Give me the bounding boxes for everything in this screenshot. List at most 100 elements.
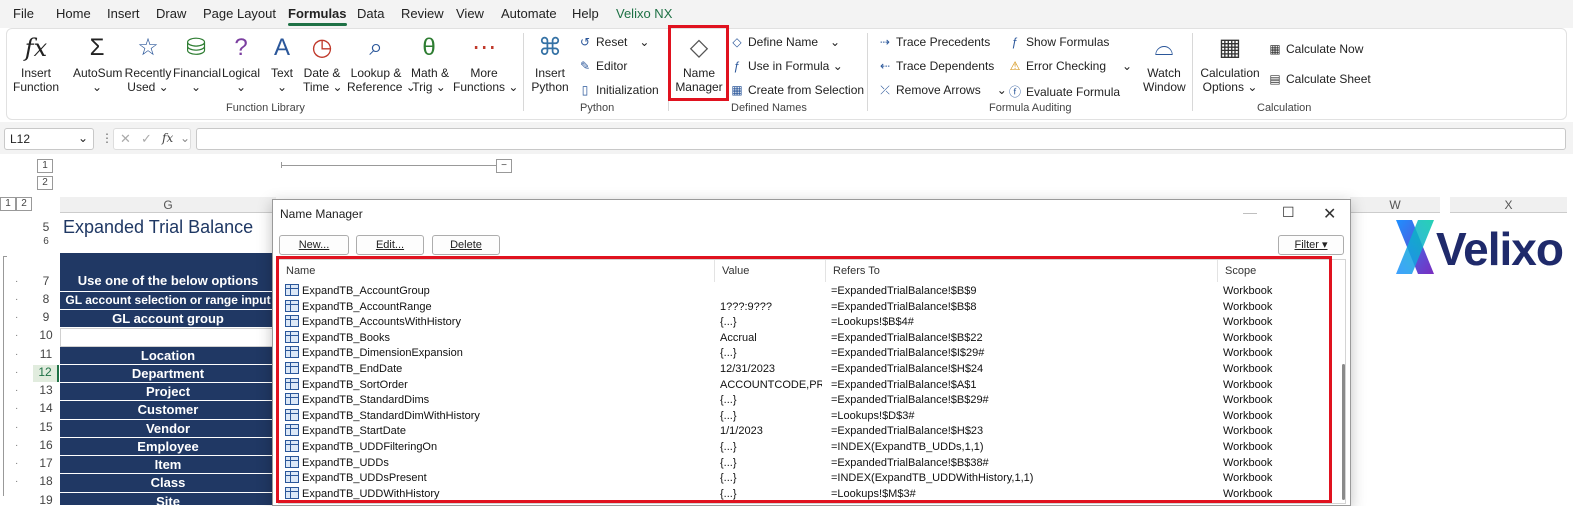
autosum-button[interactable]: Σ AutoSum ⌄ [73,33,122,94]
minimize-icon[interactable]: — [1243,204,1257,220]
show-formulas-button[interactable]: ƒ Show Formulas [1007,35,1110,49]
column-header-w[interactable]: W [1350,197,1440,213]
insert-python-button[interactable]: ⌘ Insert Python [530,33,570,94]
menu-formulas[interactable]: Formulas [288,6,347,26]
lookup-reference-button[interactable]: ⌕ Lookup & Reference ⌄ [347,33,416,94]
row-number[interactable]: 11 [33,347,59,364]
calculation-options-button[interactable]: ▦ Calculation Options ⌄ [1195,33,1265,94]
delete-button[interactable]: Delete [432,235,500,255]
names-list-scrollbar[interactable] [1340,260,1346,502]
outline-bracket-left [3,256,7,496]
label-cell[interactable]: Project [60,383,276,401]
input-cell[interactable] [60,328,276,347]
outline-dot: · [15,385,19,396]
label-cell[interactable]: GL account selection or range input [60,292,276,310]
pencil-icon: ✎ [579,59,591,73]
calculate-now-button[interactable]: ▦ Calculate Now [1267,42,1363,56]
outline-level-top-2[interactable]: 2 [37,176,53,190]
trace-dependents-button[interactable]: ⇠ Trace Dependents [877,59,994,73]
velixo-mark-icon [1396,220,1434,274]
row-number[interactable]: 9 [33,310,59,327]
label-cell[interactable]: Site [60,493,276,506]
trace-precedents-button[interactable]: ⇢ Trace Precedents [877,35,990,49]
outline-level-top-1[interactable]: 1 [37,159,53,173]
label-cell[interactable]: GL account group [60,310,276,328]
check-icon[interactable]: ✓ [141,131,152,147]
row-number[interactable]: 6 [33,236,59,248]
column-header-g[interactable]: G [60,197,276,213]
recently-used-button[interactable]: ☆ Recently Used ⌄ [124,33,172,94]
outline-level-left-2[interactable]: 2 [16,197,32,211]
more-options-icon[interactable]: ⋮ [101,131,113,145]
watch-window-button[interactable]: ⌓ Watch Window [1143,33,1186,94]
reset-button[interactable]: ↺ Reset ⌄ [577,35,649,49]
row-number[interactable]: 5 [33,220,59,234]
row-number[interactable]: 8 [33,292,59,309]
editor-button[interactable]: ✎ Editor [577,59,627,73]
menu-draw[interactable]: Draw [156,6,186,21]
velixo-logo: Velixo [1392,216,1567,280]
row-number[interactable]: 15 [33,420,59,437]
use-in-formula-button[interactable]: ƒ Use in Formula ⌄ [729,59,843,73]
label-cell[interactable]: Department [60,365,276,383]
logical-button[interactable]: ? Logical ⌄ [221,33,261,94]
calculator-icon: ▦ [1218,34,1242,61]
scrollbar-thumb[interactable] [1342,364,1345,500]
date-time-button[interactable]: ◷ Date & Time ⌄ [303,33,343,94]
row-number[interactable]: 16 [33,438,59,455]
row-number[interactable]: 18 [33,474,59,491]
label-cell[interactable]: Employee [60,438,276,456]
outline-collapse-button[interactable]: − [496,159,512,173]
remove-arrows-button[interactable]: ⤫ Remove Arrows ⌄ [877,83,1007,98]
label-cell[interactable]: Item [60,456,276,474]
error-checking-button[interactable]: ⚠ Error Checking ⌄ [1007,59,1132,73]
evaluate-formula-button[interactable]: ⓕ Evaluate Formula [1007,83,1120,100]
new-button[interactable]: New... [279,235,349,255]
row-number[interactable]: 17 [33,456,59,473]
initialization-button[interactable]: ▯ Initialization [577,83,659,97]
theta-book-icon: θ [422,34,436,61]
menu-help[interactable]: Help [572,6,599,21]
menu-review[interactable]: Review [401,6,444,21]
formula-bar: L12 ⌄ ⋮ ✕ ✓ fx ⌄ [0,122,1573,154]
label-cell[interactable]: Vendor [60,420,276,438]
menu-insert[interactable]: Insert [107,6,140,21]
calculate-sheet-button[interactable]: ▤ Calculate Sheet [1267,72,1370,86]
define-name-button[interactable]: ◇ Define Name ⌄ [729,35,840,49]
create-from-selection-button[interactable]: ▦ Create from Selection [729,83,864,97]
close-icon[interactable]: ✕ [1323,204,1336,224]
label-cell[interactable]: Location [60,347,276,365]
fx-button[interactable]: fx [162,131,173,145]
insert-function-button[interactable]: fx Insert Function [13,33,59,94]
menu-velixo-nx[interactable]: Velixo NX [616,6,672,21]
row-number[interactable]: 10 [33,328,59,345]
menu-view[interactable]: View [456,6,484,21]
menu-home[interactable]: Home [56,6,91,21]
filter-button[interactable]: Filter ▾ [1278,235,1344,255]
menu-data[interactable]: Data [357,6,384,21]
cancel-icon[interactable]: ✕ [120,131,131,147]
row-number[interactable]: 19 [33,493,59,506]
column-header-x[interactable]: X [1450,197,1567,213]
more-functions-button[interactable]: ⋯ More Functions ⌄ [453,33,518,94]
section-header-cell[interactable]: Use one of the below options [60,253,276,292]
outline-level-left-1[interactable]: 1 [0,197,16,211]
maximize-icon[interactable]: ☐ [1282,204,1295,221]
label-cell[interactable]: Class [60,474,276,493]
menu-page-layout[interactable]: Page Layout [203,6,276,21]
menu-automate[interactable]: Automate [501,6,557,21]
label-cell[interactable]: Customer [60,401,276,420]
row-number-selected[interactable]: 12 [33,365,59,382]
edit-button[interactable]: Edit... [356,235,424,255]
menu-file[interactable]: File [13,6,34,21]
text-button[interactable]: A Text ⌄ [269,33,295,94]
math-trig-button[interactable]: θ Math & Trig ⌄ [411,33,449,94]
name-box[interactable]: L12 ⌄ [4,128,94,150]
row-number[interactable]: 14 [33,401,59,418]
name-manager-dialog: Name Manager — ☐ ✕ New... Edit... Delete… [272,199,1351,506]
row-number[interactable]: 13 [33,383,59,400]
name-manager-highlight [668,25,729,101]
financial-button[interactable]: ⛁ Financial ⌄ [173,33,221,94]
row-number[interactable]: 7 [33,274,59,291]
formula-input[interactable] [196,128,1566,150]
